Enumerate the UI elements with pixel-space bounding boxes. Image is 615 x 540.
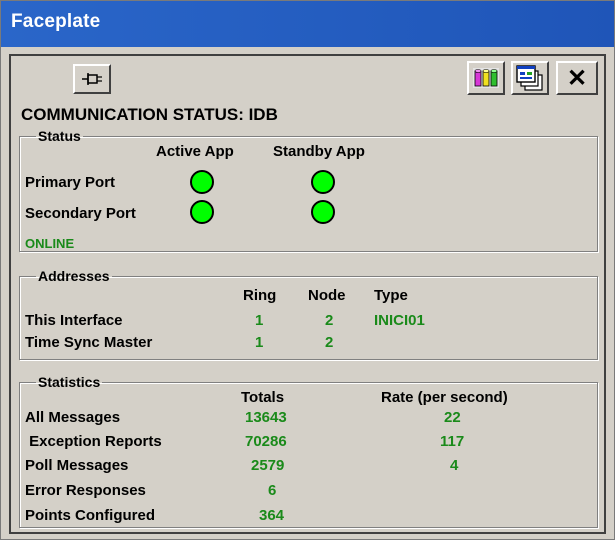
addresses-legend: Addresses — [38, 268, 110, 284]
active-app-header: Active App — [156, 143, 234, 160]
pin-button[interactable] — [73, 64, 111, 94]
close-button[interactable]: ✕ — [556, 61, 598, 95]
stat-rate-value: 117 — [440, 433, 465, 450]
address-node-value: 2 — [325, 312, 334, 329]
primary-standby-indicator — [311, 170, 335, 194]
node-header: Node — [308, 287, 346, 304]
stat-row-label: Poll Messages — [25, 457, 129, 474]
ring-header: Ring — [243, 287, 277, 304]
stat-total-value: 6 — [268, 482, 277, 499]
statistics-group: Statistics — [19, 374, 598, 528]
secondary-active-indicator — [190, 200, 214, 224]
rate-header: Rate (per second) — [381, 389, 508, 406]
stat-total-value: 2579 — [251, 457, 285, 474]
primary-active-indicator — [190, 170, 214, 194]
stat-row-label: Points Configured — [25, 507, 155, 524]
page-title: COMMUNICATION STATUS: IDB — [21, 105, 278, 124]
stat-rate-value: 22 — [444, 409, 461, 426]
close-icon: ✕ — [566, 64, 588, 92]
stat-total-value: 364 — [259, 507, 285, 524]
trend-cylinders-icon — [473, 68, 499, 88]
windows-button[interactable] — [511, 61, 549, 95]
secondary-standby-indicator — [311, 200, 335, 224]
trend-button[interactable] — [467, 61, 505, 95]
address-node-value: 2 — [325, 334, 334, 351]
address-row-label: This Interface — [25, 312, 123, 329]
type-header: Type — [374, 287, 408, 304]
stat-rate-value: 4 — [450, 457, 459, 474]
window-title: Faceplate — [11, 11, 101, 32]
stat-total-value: 70286 — [245, 433, 287, 450]
statistics-legend: Statistics — [38, 374, 101, 390]
address-type-value: INICI01 — [374, 312, 425, 329]
online-status-text: ONLINE — [25, 236, 75, 251]
stat-row-label: Exception Reports — [25, 433, 162, 450]
faceplate-window: Faceplate ✕ COMMUNICATION STATUS: IDB St… — [0, 0, 615, 540]
stat-total-value: 13643 — [245, 409, 287, 426]
standby-app-header: Standby App — [273, 143, 365, 160]
address-ring-value: 1 — [255, 334, 264, 351]
secondary-port-label: Secondary Port — [25, 205, 136, 222]
address-ring-value: 1 — [255, 312, 264, 329]
stat-row-label: Error Responses — [25, 482, 146, 499]
primary-port-label: Primary Port — [25, 174, 116, 191]
faceplate-body: ✕ COMMUNICATION STATUS: IDB Status Activ… — [9, 54, 606, 534]
stat-row-label: All Messages — [25, 409, 121, 426]
totals-header: Totals — [241, 389, 285, 406]
cascade-windows-icon — [516, 65, 543, 91]
address-row-label: Time Sync Master — [25, 334, 153, 351]
title-bar[interactable]: Faceplate — [1, 1, 614, 47]
pin-icon — [82, 73, 102, 85]
status-legend: Status — [38, 128, 81, 144]
